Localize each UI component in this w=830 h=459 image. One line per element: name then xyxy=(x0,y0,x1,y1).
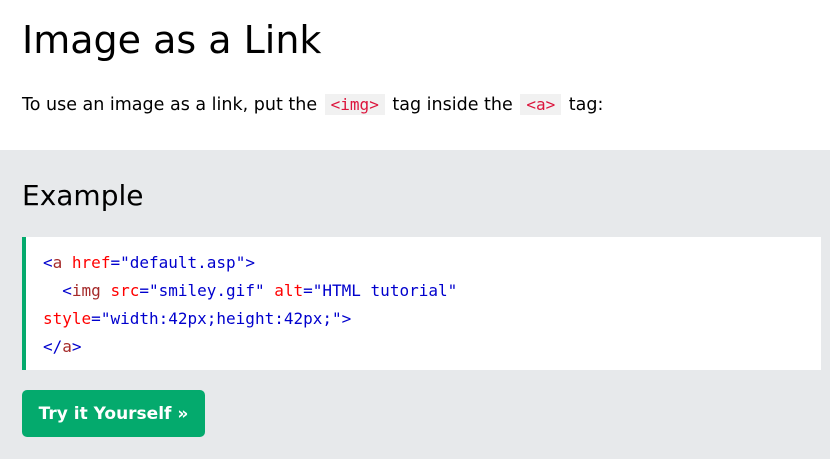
code-example: <a href="default.asp"> <img src="smiley.… xyxy=(22,237,821,370)
inline-code-a: <a> xyxy=(520,94,562,115)
intro-text-start: To use an image as a link, put the xyxy=(22,95,323,115)
code-line-3: style="width:42px;height:42px;"> xyxy=(43,309,352,328)
example-title: Example xyxy=(22,179,144,212)
try-it-yourself-button[interactable]: Try it Yourself » xyxy=(22,390,205,437)
page-title: Image as a Link xyxy=(22,18,322,62)
intro-text-middle: tag inside the xyxy=(386,95,519,115)
code-line-2: <img src="smiley.gif" alt="HTML tutorial… xyxy=(62,281,458,300)
code-line-1: <a href="default.asp"> xyxy=(43,253,255,272)
header-section: Image as a Link To use an image as a lin… xyxy=(0,0,830,150)
code-line-4: </a> xyxy=(43,337,82,356)
inline-code-img: <img> xyxy=(324,94,385,115)
example-panel: Example <a href="default.asp"> <img src=… xyxy=(0,150,830,459)
intro-text-end: tag: xyxy=(563,95,604,115)
intro-text: To use an image as a link, put the <img>… xyxy=(22,92,603,118)
